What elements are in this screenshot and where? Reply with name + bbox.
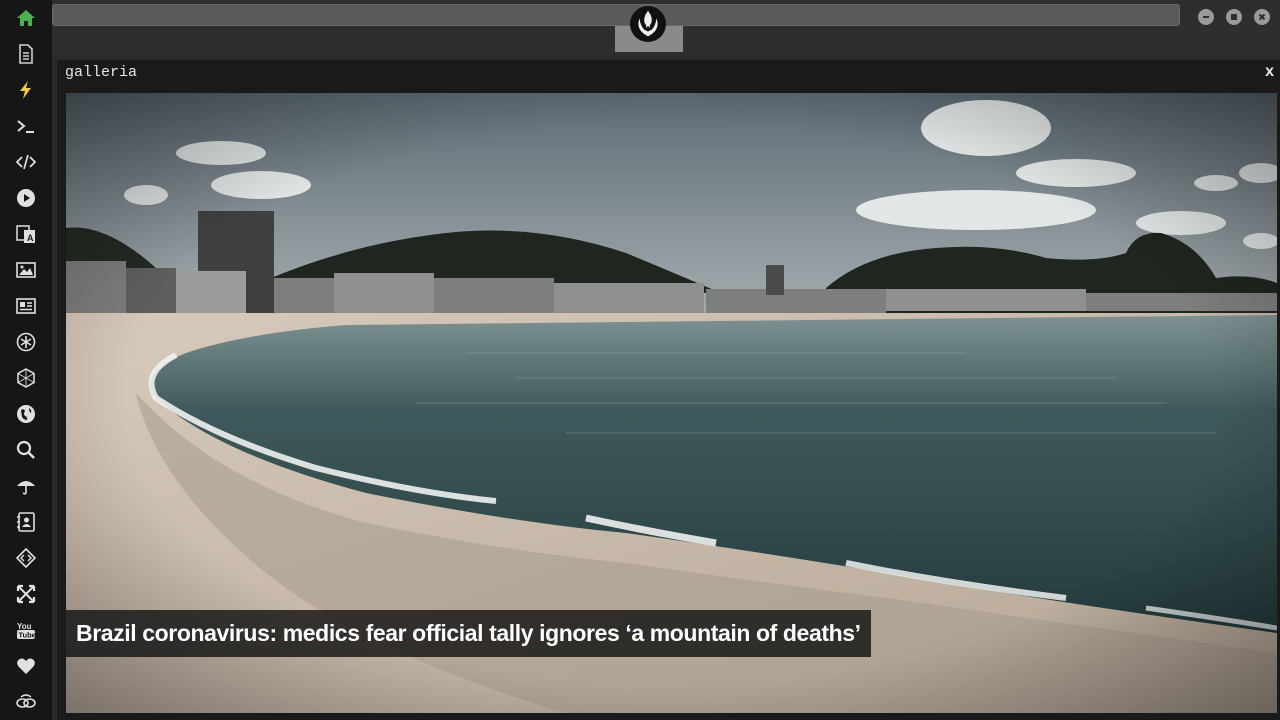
umbrella-icon[interactable] <box>14 474 38 498</box>
top-bar <box>52 0 1280 54</box>
home-icon[interactable] <box>14 6 38 30</box>
globe-icon[interactable] <box>14 402 38 426</box>
heart-icon[interactable] <box>14 654 38 678</box>
close-button[interactable] <box>1254 9 1270 25</box>
asterisk-icon[interactable] <box>14 330 38 354</box>
play-icon[interactable] <box>14 186 38 210</box>
youtube-icon[interactable]: You Tube <box>14 618 38 642</box>
svg-text:Tube: Tube <box>19 631 36 640</box>
address-bar[interactable] <box>52 4 1180 26</box>
photo-caption: Brazil coronavirus: medics fear official… <box>66 610 871 657</box>
image-icon[interactable] <box>14 258 38 282</box>
code-icon[interactable] <box>14 150 38 174</box>
contacts-icon[interactable] <box>14 510 38 534</box>
hexagon-icon[interactable] <box>14 366 38 390</box>
diamond-code-icon[interactable] <box>14 546 38 570</box>
minimize-button[interactable] <box>1198 9 1214 25</box>
search-icon[interactable] <box>14 438 38 462</box>
terminal-icon[interactable] <box>14 114 38 138</box>
svg-text:A: A <box>27 233 34 243</box>
sidebar: A You Tube <box>0 0 52 720</box>
expand-icon[interactable] <box>14 582 38 606</box>
rebel-logo-icon[interactable] <box>630 6 666 42</box>
window-title: galleria <box>65 64 138 81</box>
lightning-icon[interactable] <box>14 78 38 102</box>
news-icon[interactable] <box>14 294 38 318</box>
link-icon[interactable] <box>14 690 38 714</box>
translate-icon[interactable]: A <box>14 222 38 246</box>
photo-caption-text: Brazil coronavirus: medics fear official… <box>76 620 861 646</box>
window-close-button[interactable]: x <box>1265 63 1274 81</box>
maximize-button[interactable] <box>1226 9 1242 25</box>
document-icon[interactable] <box>14 42 38 66</box>
